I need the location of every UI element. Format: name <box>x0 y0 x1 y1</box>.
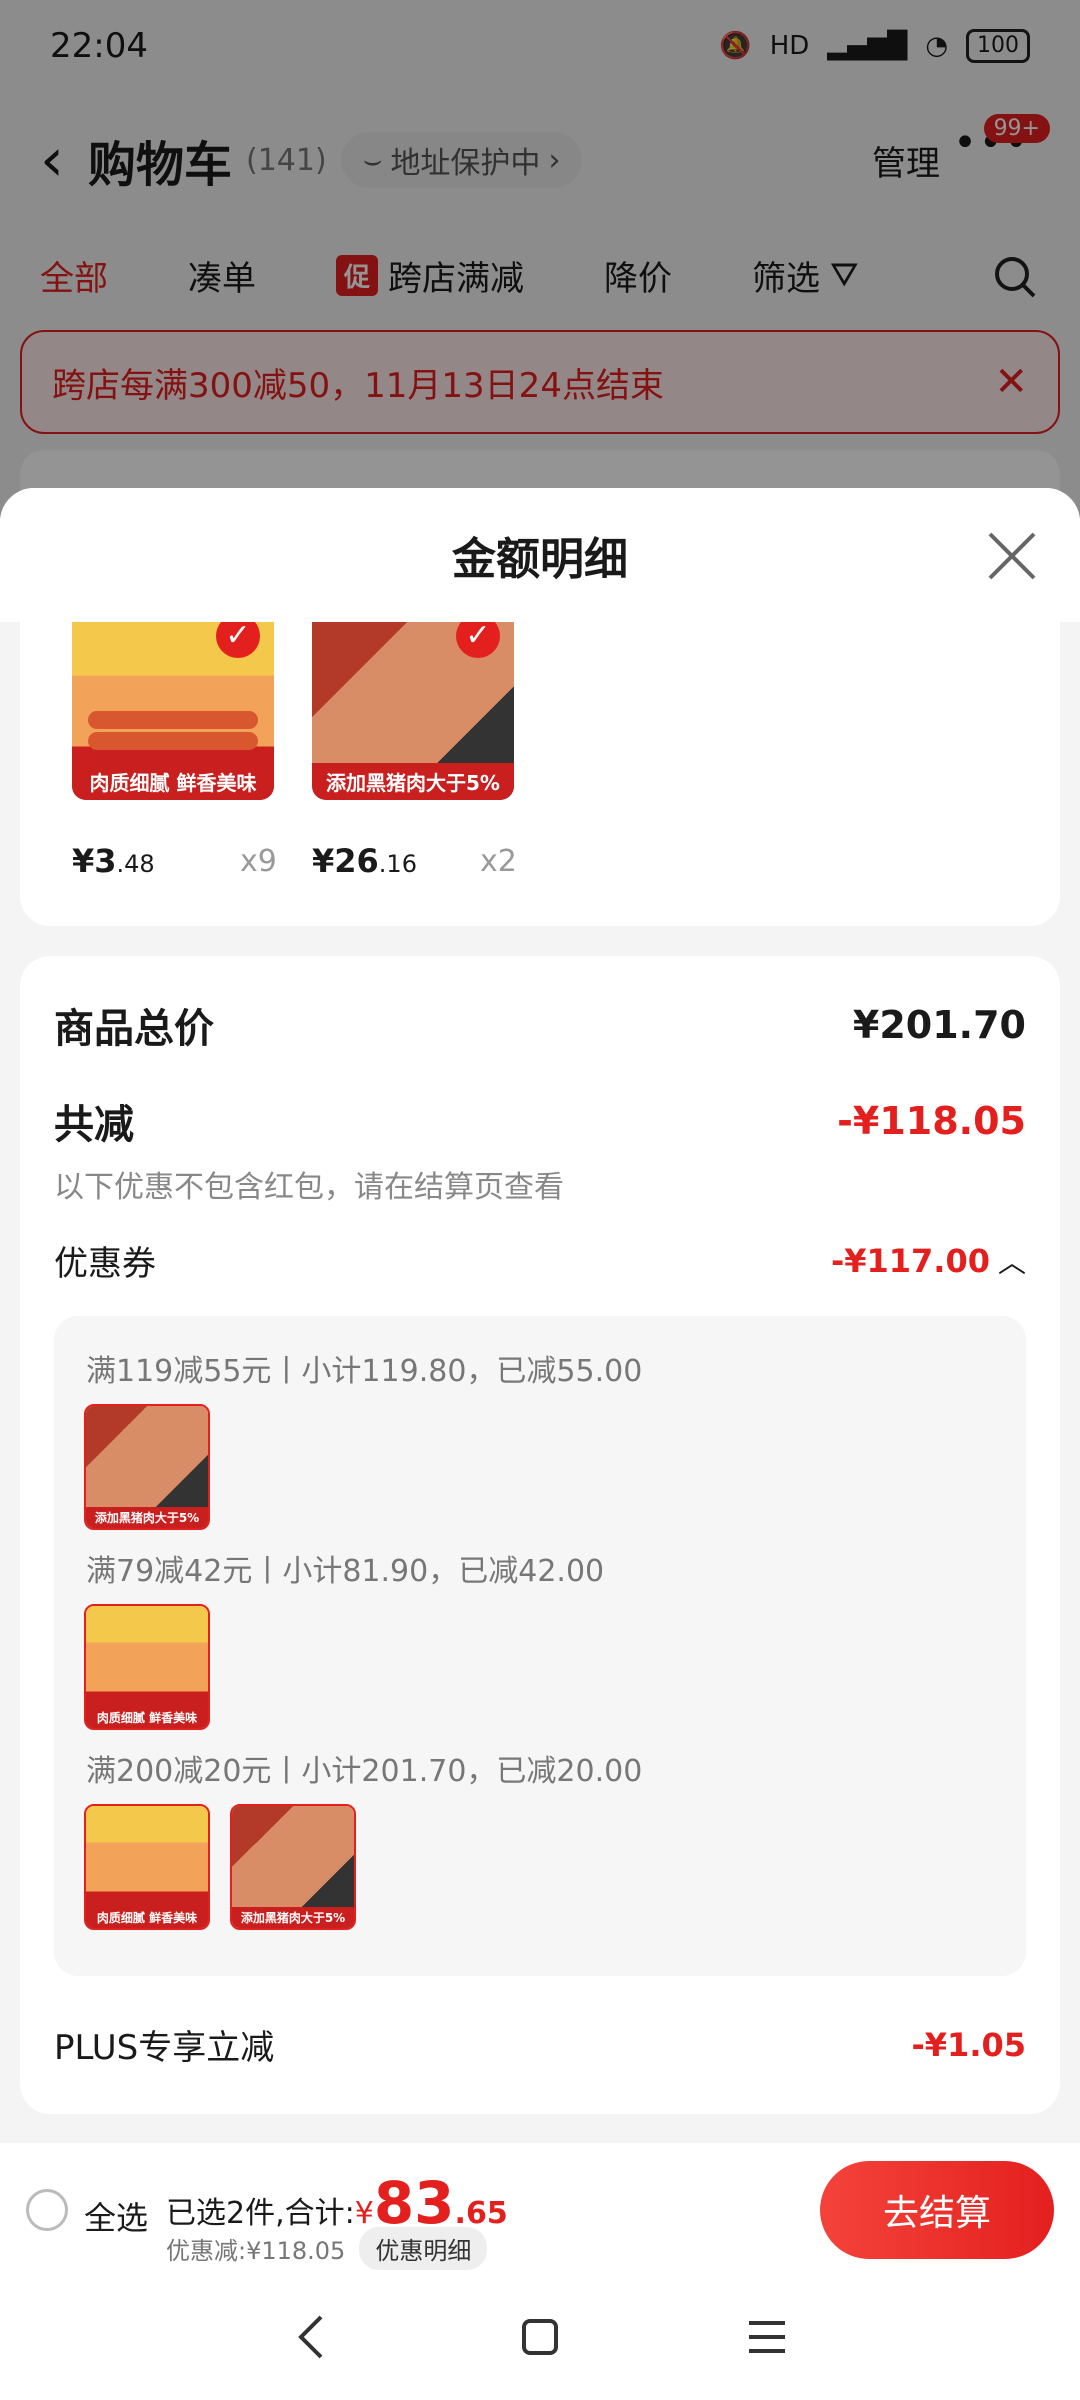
amount-breakdown-card: 商品总价 ¥201.70 共减 -¥118.05 以下优惠不包含红包，请在结算页… <box>20 956 1060 2114</box>
chevron-up-icon: ︿ <box>997 1245 1026 1279</box>
select-all-label[interactable]: 全选 <box>84 2193 148 2239</box>
ham-thumb: 添加黑猪肉大于5% <box>84 1404 210 1530</box>
checkout-button[interactable]: 去结算 <box>820 2161 1054 2259</box>
selected-count: 已选2件,合计: <box>166 2196 355 2231</box>
menu-icon[interactable] <box>737 2307 797 2367</box>
item-image-text: 肉质细腻 鲜香美味 <box>72 763 274 800</box>
item-price: ¥3.48 <box>72 842 155 880</box>
ham-thumb: 添加黑猪肉大于5% <box>230 1804 356 1930</box>
plus-row: PLUS专享立减 -¥1.05 <box>54 2020 1026 2069</box>
amount-detail-sheet: 金额明细 肉质细腻 鲜香美味 ✓ ¥3.48 x9 添加黑猪肉大于5% ✓ ¥2… <box>0 488 1080 2143</box>
list-item[interactable]: 肉质细腻 鲜香美味 ✓ <box>72 622 274 800</box>
discount-detail-button[interactable]: 优惠明细 <box>359 2227 488 2270</box>
discount-amount: 优惠减:¥118.05 <box>166 2237 346 2265</box>
reduce-value: -¥118.05 <box>837 1099 1026 1143</box>
item-image-text: 肉质细腻 鲜香美味 <box>86 1907 208 1928</box>
plus-value: -¥1.05 <box>911 2025 1027 2064</box>
total-row: 商品总价 ¥201.70 <box>54 996 1026 1054</box>
coupon-row[interactable]: 优惠券 -¥117.00 ︿ <box>54 1236 1026 1285</box>
coupon-label: 优惠券 <box>54 1244 156 1284</box>
reduce-label: 共减 <box>54 1102 134 1148</box>
currency-symbol: ¥ <box>354 2196 374 2231</box>
sheet-header: 金额明细 <box>0 488 1080 622</box>
discount-line: 优惠减:¥118.05 优惠明细 <box>166 2227 488 2270</box>
item-image-text: 添加黑猪肉大于5% <box>232 1907 354 1928</box>
coupon-line: 满200减20元丨小计201.70，已减20.00 <box>86 1754 643 1789</box>
list-item[interactable]: 添加黑猪肉大于5% ✓ <box>312 622 514 800</box>
sausage-thumb: 肉质细腻 鲜香美味 ✓ <box>72 622 274 800</box>
item-image-text: 添加黑猪肉大于5% <box>312 763 514 800</box>
item-quantity: x9 <box>240 844 277 879</box>
checkout-bar: 全选 已选2件,合计: ¥ 83 .65 优惠减:¥118.05 优惠明细 去结… <box>0 2143 1080 2273</box>
home-icon[interactable] <box>510 2307 570 2367</box>
item-image-text: 肉质细腻 鲜香美味 <box>86 1707 208 1728</box>
coupon-value: -¥117.00 <box>830 1241 990 1280</box>
close-icon[interactable] <box>984 528 1040 584</box>
coupon-line: 满79减42元丨小计81.90，已减42.00 <box>86 1554 605 1589</box>
coupon-list: 满119减55元丨小计119.80，已减55.00 添加黑猪肉大于5% 满79减… <box>54 1316 1026 1976</box>
coupon-line: 满119减55元丨小计119.80，已减55.00 <box>86 1354 643 1389</box>
back-icon[interactable] <box>283 2307 343 2367</box>
item-price: ¥26.16 <box>312 842 417 880</box>
system-nav-bar <box>0 2273 1080 2400</box>
reduce-note: 以下优惠不包含红包，请在结算页查看 <box>54 1170 564 1205</box>
item-quantity: x2 <box>480 844 517 879</box>
plus-label: PLUS专享立减 <box>54 2028 275 2068</box>
sausage-thumb: 肉质细腻 鲜香美味 <box>84 1604 210 1730</box>
select-all-radio[interactable] <box>26 2189 68 2231</box>
reduce-row: 共减 -¥118.05 <box>54 1092 1026 1150</box>
item-image-text: 添加黑猪肉大于5% <box>86 1507 208 1528</box>
total-value: ¥201.70 <box>852 1003 1026 1047</box>
sausage-thumb: 肉质细腻 鲜香美味 <box>84 1804 210 1930</box>
ham-thumb: 添加黑猪肉大于5% ✓ <box>312 622 514 800</box>
selected-items-card: 肉质细腻 鲜香美味 ✓ ¥3.48 x9 添加黑猪肉大于5% ✓ ¥26.16 … <box>20 622 1060 926</box>
sum-decimal: .65 <box>454 2196 508 2231</box>
total-label: 商品总价 <box>54 1006 214 1052</box>
coupon-value-wrap: -¥117.00 ︿ <box>831 1241 1026 1281</box>
sheet-title: 金额明细 <box>452 534 628 585</box>
